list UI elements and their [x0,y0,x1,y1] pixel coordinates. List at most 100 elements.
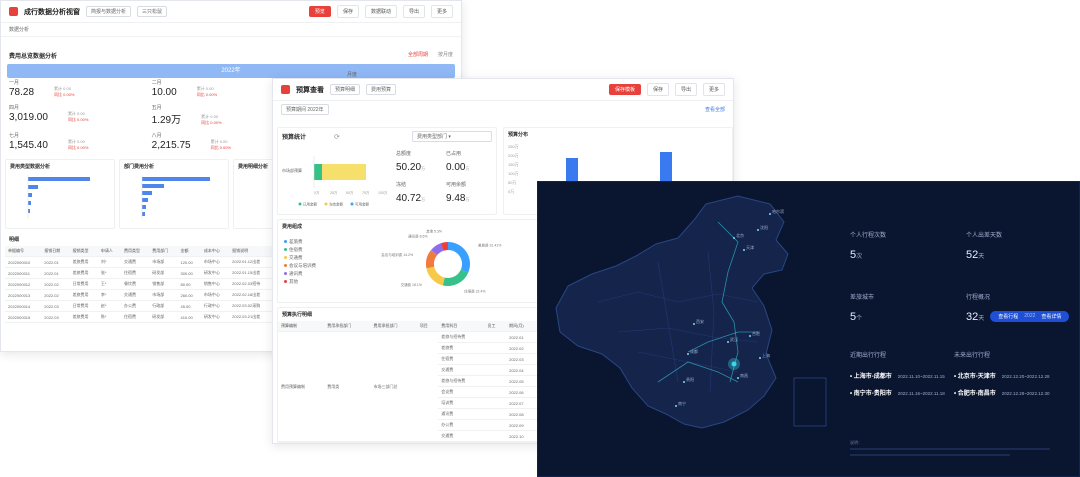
filter-chip[interactable]: 简报与数据分析 [86,6,132,17]
legend-label: 可用金额 [355,202,369,207]
column-header[interactable]: 报销类型 [69,246,98,257]
trip-item[interactable]: • 南宁市-贵阳市 2022.11.16~2022.11.18 [850,384,945,401]
city-dot[interactable] [749,335,751,337]
save-button[interactable]: 保存 [336,5,359,18]
column-header[interactable]: 费用承担部门 [370,321,417,332]
column-header[interactable]: 费用类型 [120,246,150,257]
table-row[interactable]: 2022000012 2022.02 日常费用 王* 餐饮费 销售部 80.00 销售中心 20… [5,278,273,290]
donut-slice[interactable] [448,242,470,273]
trip-date: 2022.12.28~2022.12.30 [1001,391,1050,396]
table-row[interactable]: 2022000013 2022.02 差旅费用 李* 交通费 市场部 260.00 市场中心 2… [5,289,273,301]
export-button[interactable]: 导出 [402,5,425,18]
tick-label: 50万 [346,191,354,195]
dimension-dropdown[interactable]: 费用类型部门 ▾ [412,131,492,142]
legend-item[interactable]: 通讯费 [284,270,316,278]
filter-chip[interactable]: 三只松鼠 [137,6,168,17]
export-button[interactable]: 导出 [674,83,697,96]
city-dot[interactable] [769,213,771,215]
table-cell: 研发中心 [200,267,230,279]
year-bar[interactable]: 2022年 [7,64,455,78]
stat-value: 32 [966,311,979,323]
period-toggle[interactable]: 全部周期 [408,51,428,60]
column-header[interactable]: 费用部门 [149,246,178,257]
table-cell: 2022.03.02采购 [229,300,273,312]
titlebar: 成行数据分析视窗 简报与数据分析 三只松鼠 预览 保存 数据联动 导出 更多 [1,1,461,23]
period-toggle[interactable]: 按月度 [438,51,453,60]
city-dot[interactable] [757,229,759,231]
expense-type-panel: 费用类型数据分析 [5,159,115,229]
table-row[interactable]: 2022000014 2022.03 日常费用 赵* 办公费 行政部 45.00 行政中心 20… [5,300,273,312]
kpi-card: 一月 78.28 累计 0.00 同比 0.00% [9,79,144,98]
city-dot[interactable] [733,237,735,239]
legend-item[interactable]: 其他 [284,278,316,286]
budget-stat-panel: 预算统计 ⟳ 费用类型部门 ▾ 市场部预算 0万 25万 50万 75万 100万 已用… [277,127,497,215]
save-template-button[interactable]: 保存模板 [608,84,641,95]
view-trip-button[interactable]: 查看行程 2022 查看详情 [990,310,1070,322]
column-header[interactable]: 报销日期 [41,246,70,257]
column-header[interactable]: 报销说明 [229,246,273,257]
table-cell [484,331,507,343]
legend-item[interactable]: 住宿费 [284,246,316,254]
slice-label: 住宿费 22.4% [464,289,485,294]
refresh-icon[interactable]: ⟳ [334,133,340,141]
donut-slice[interactable] [442,269,469,286]
filter-chip[interactable]: 预算明细 [330,84,361,95]
view-all-link[interactable]: 查看全部 [705,106,725,113]
chart-bar [142,184,164,188]
page-title: 成行数据分析视窗 [24,8,80,16]
city-dot[interactable] [693,323,695,325]
table-row[interactable]: 费用预算编制 费用类 市场三部门总 差旅与招待费 2022.01 [278,331,538,442]
china-map[interactable]: 北京天津上海 成都贵阳南宁 合肥南昌 武汉 哈尔滨沈阳西安 [538,182,838,477]
column-header[interactable]: 期间(月) [506,321,538,332]
table-row[interactable]: 2022000011 2022.01 差旅费用 张* 住宿费 研发部 300.00 研发中心 2… [5,267,273,279]
column-header[interactable]: 申请人 [97,246,121,257]
table-cell: 住宿费 [438,353,485,365]
more-button[interactable]: 更多 [430,5,453,18]
table-cell [416,331,439,442]
table-cell: 市场部 [149,289,178,301]
preview-button[interactable]: 预览 [308,6,331,17]
table-cell: 张* [97,267,121,279]
city-dot[interactable] [687,353,689,355]
legend-item[interactable]: 会议与培训费 [284,262,316,270]
column-header[interactable]: 费用承担部门 [324,321,371,332]
chart-bar [28,201,31,205]
table-cell: 2022.02 [506,342,538,354]
trip-item[interactable]: • 上海市-成都市 2022.11.10~2022.11.15 [850,367,945,384]
stat-value: 0.00 [446,162,466,173]
table-row[interactable]: 2022000015 2022.03 差旅费用 陈* 住宿费 研发部 410.00 研发中心 2… [5,311,273,323]
section-title: 未来出行行程 [954,353,991,359]
sub-tab[interactable]: 数据分析 [1,23,461,37]
kpi-subs: 累计 0.00同比 0.00% [197,86,217,98]
city-dot[interactable] [737,377,739,379]
city-label: 沈阳 [760,224,768,230]
column-header[interactable]: 费用科目 [438,321,485,332]
city-label: 南昌 [740,372,748,378]
trip-item[interactable]: • 北京市-天津市 2022.12.20~2022.12.28 [954,367,1049,384]
table-cell: 2022.02 [41,289,70,301]
table-row[interactable]: 2022000010 2022.01 差旅费用 刘* 交通费 市场部 120.00 市场中心 2… [5,256,273,268]
city-dot[interactable] [759,357,761,359]
column-header[interactable]: 单据编号 [5,246,42,257]
table-cell: 差旅费用 [69,267,98,279]
city-dot[interactable] [727,341,729,343]
more-button[interactable]: 更多 [702,83,725,96]
city-dot[interactable] [743,249,745,251]
link-button[interactable]: 数据联动 [364,5,397,18]
column-header[interactable]: 项目 [416,321,439,332]
table-cell: 办公费 [438,419,485,431]
column-header[interactable]: 员工 [484,321,507,332]
column-header[interactable]: 成本中心 [200,246,230,257]
trip-item[interactable]: • 合肥市-南昌市 2022.12.28~2022.12.30 [954,384,1049,401]
column-header[interactable]: 金额 [177,246,201,257]
city-dot[interactable] [675,405,677,407]
filter-chip[interactable]: 费用预算 [366,84,397,95]
legend-item[interactable]: 交通费 [284,254,316,262]
city-dot[interactable] [683,381,685,383]
column-header[interactable]: 预算编制 [278,321,325,332]
table-cell: 差旅与招待费 [438,331,485,343]
period-filter[interactable]: 预算期间 2022年 [281,104,329,115]
donut-slice[interactable] [426,266,445,286]
save-button[interactable]: 保存 [646,83,669,96]
legend-item[interactable]: 差旅费 [284,238,316,246]
